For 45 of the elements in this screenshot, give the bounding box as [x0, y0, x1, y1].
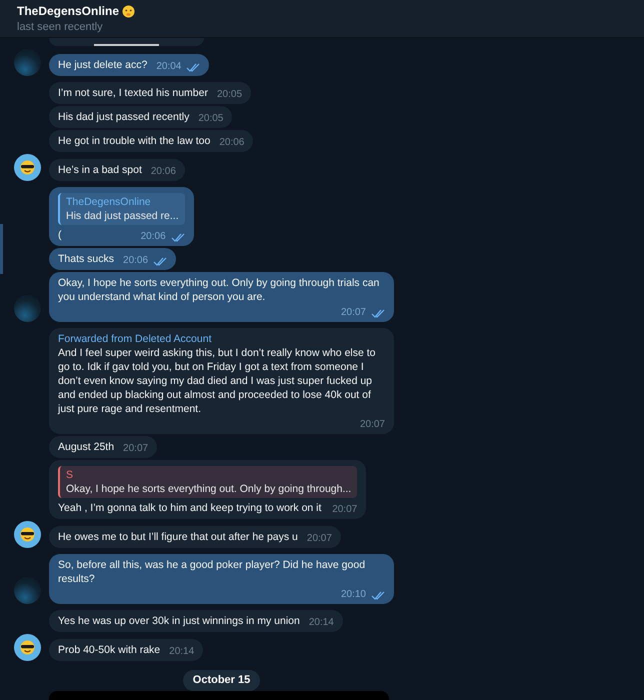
chat-title: TheDegensOnline: [17, 3, 120, 20]
message-time: 20:04: [156, 60, 182, 74]
double-check-icon: [371, 308, 385, 318]
message-text: He just delete acc?: [58, 58, 148, 72]
message-text: Okay, I hope he sorts everything out. Only by going through trials can you understand what kind of person you are.: [58, 276, 380, 304]
message-text: (: [58, 228, 62, 242]
message-time: 20:06: [140, 230, 166, 244]
reply-text: His dad just passed re...: [66, 209, 179, 223]
message-time: 20:07: [360, 418, 385, 432]
message-text: He owes me to but I’ll figure that out after he pays u: [58, 530, 298, 544]
message-time: 20:14: [308, 616, 334, 630]
message-text: And I feel super weird asking this, but I don’t really know who else to go to. Idk if gav told you, but on Friday I got a text from someone I don’t even know saying my dad died and I was just super fucked up and ended up blacking out almost and proceeded to lose 40k out of just pure rage and resentment.: [58, 346, 377, 416]
double-check-icon: [170, 232, 185, 242]
message-time: 20:06: [150, 165, 176, 179]
dizzy-face-icon: [122, 4, 136, 18]
reply-text: Okay, I hope he sorts everything out. Only by going through...: [66, 482, 352, 496]
message-time: 20:06: [219, 136, 244, 150]
scrollbar-thumb: [0, 224, 3, 274]
double-check-icon: [153, 256, 168, 266]
message-text: His dad just passed recently: [58, 110, 190, 124]
message-time: 20:07: [340, 306, 366, 320]
message-time: 20:07: [306, 532, 332, 546]
message-time: 20:07: [332, 503, 358, 517]
message-text: Yeah , I’m gonna talk to him and keep trying to work on it: [58, 501, 322, 515]
message-time: 20:07: [123, 442, 148, 456]
double-check-icon: [371, 590, 385, 600]
message-text: He’s in a bad spot: [58, 163, 142, 177]
message-text: August 25th: [58, 440, 114, 454]
message-text: Prob 40-50k with rake: [58, 643, 160, 657]
message-time: 20:14: [169, 645, 194, 659]
message-time: 20:06: [123, 254, 148, 268]
chat-status: last seen recently: [17, 20, 104, 34]
message-text: So, before all this, was he a good poker player? Did he have good results?: [58, 558, 366, 586]
date-separator: October 15: [182, 670, 260, 690]
message-text: He got in trouble with the law too: [58, 134, 210, 148]
message-text: I’m not sure, I texted his number: [58, 86, 208, 100]
double-check-icon: [186, 62, 200, 72]
message-time: 20:05: [198, 112, 224, 126]
message-time: 20:10: [340, 588, 366, 602]
reply-author: S: [66, 468, 74, 482]
reply-author: TheDegensOnline: [66, 195, 152, 209]
message-text: Thats sucks: [58, 252, 114, 266]
message-text: Yes he was up over 30k in just winnings in my union: [58, 614, 300, 628]
message-time: 20:05: [216, 88, 242, 102]
forwarded-label: Forwarded from Deleted Account: [58, 332, 212, 346]
